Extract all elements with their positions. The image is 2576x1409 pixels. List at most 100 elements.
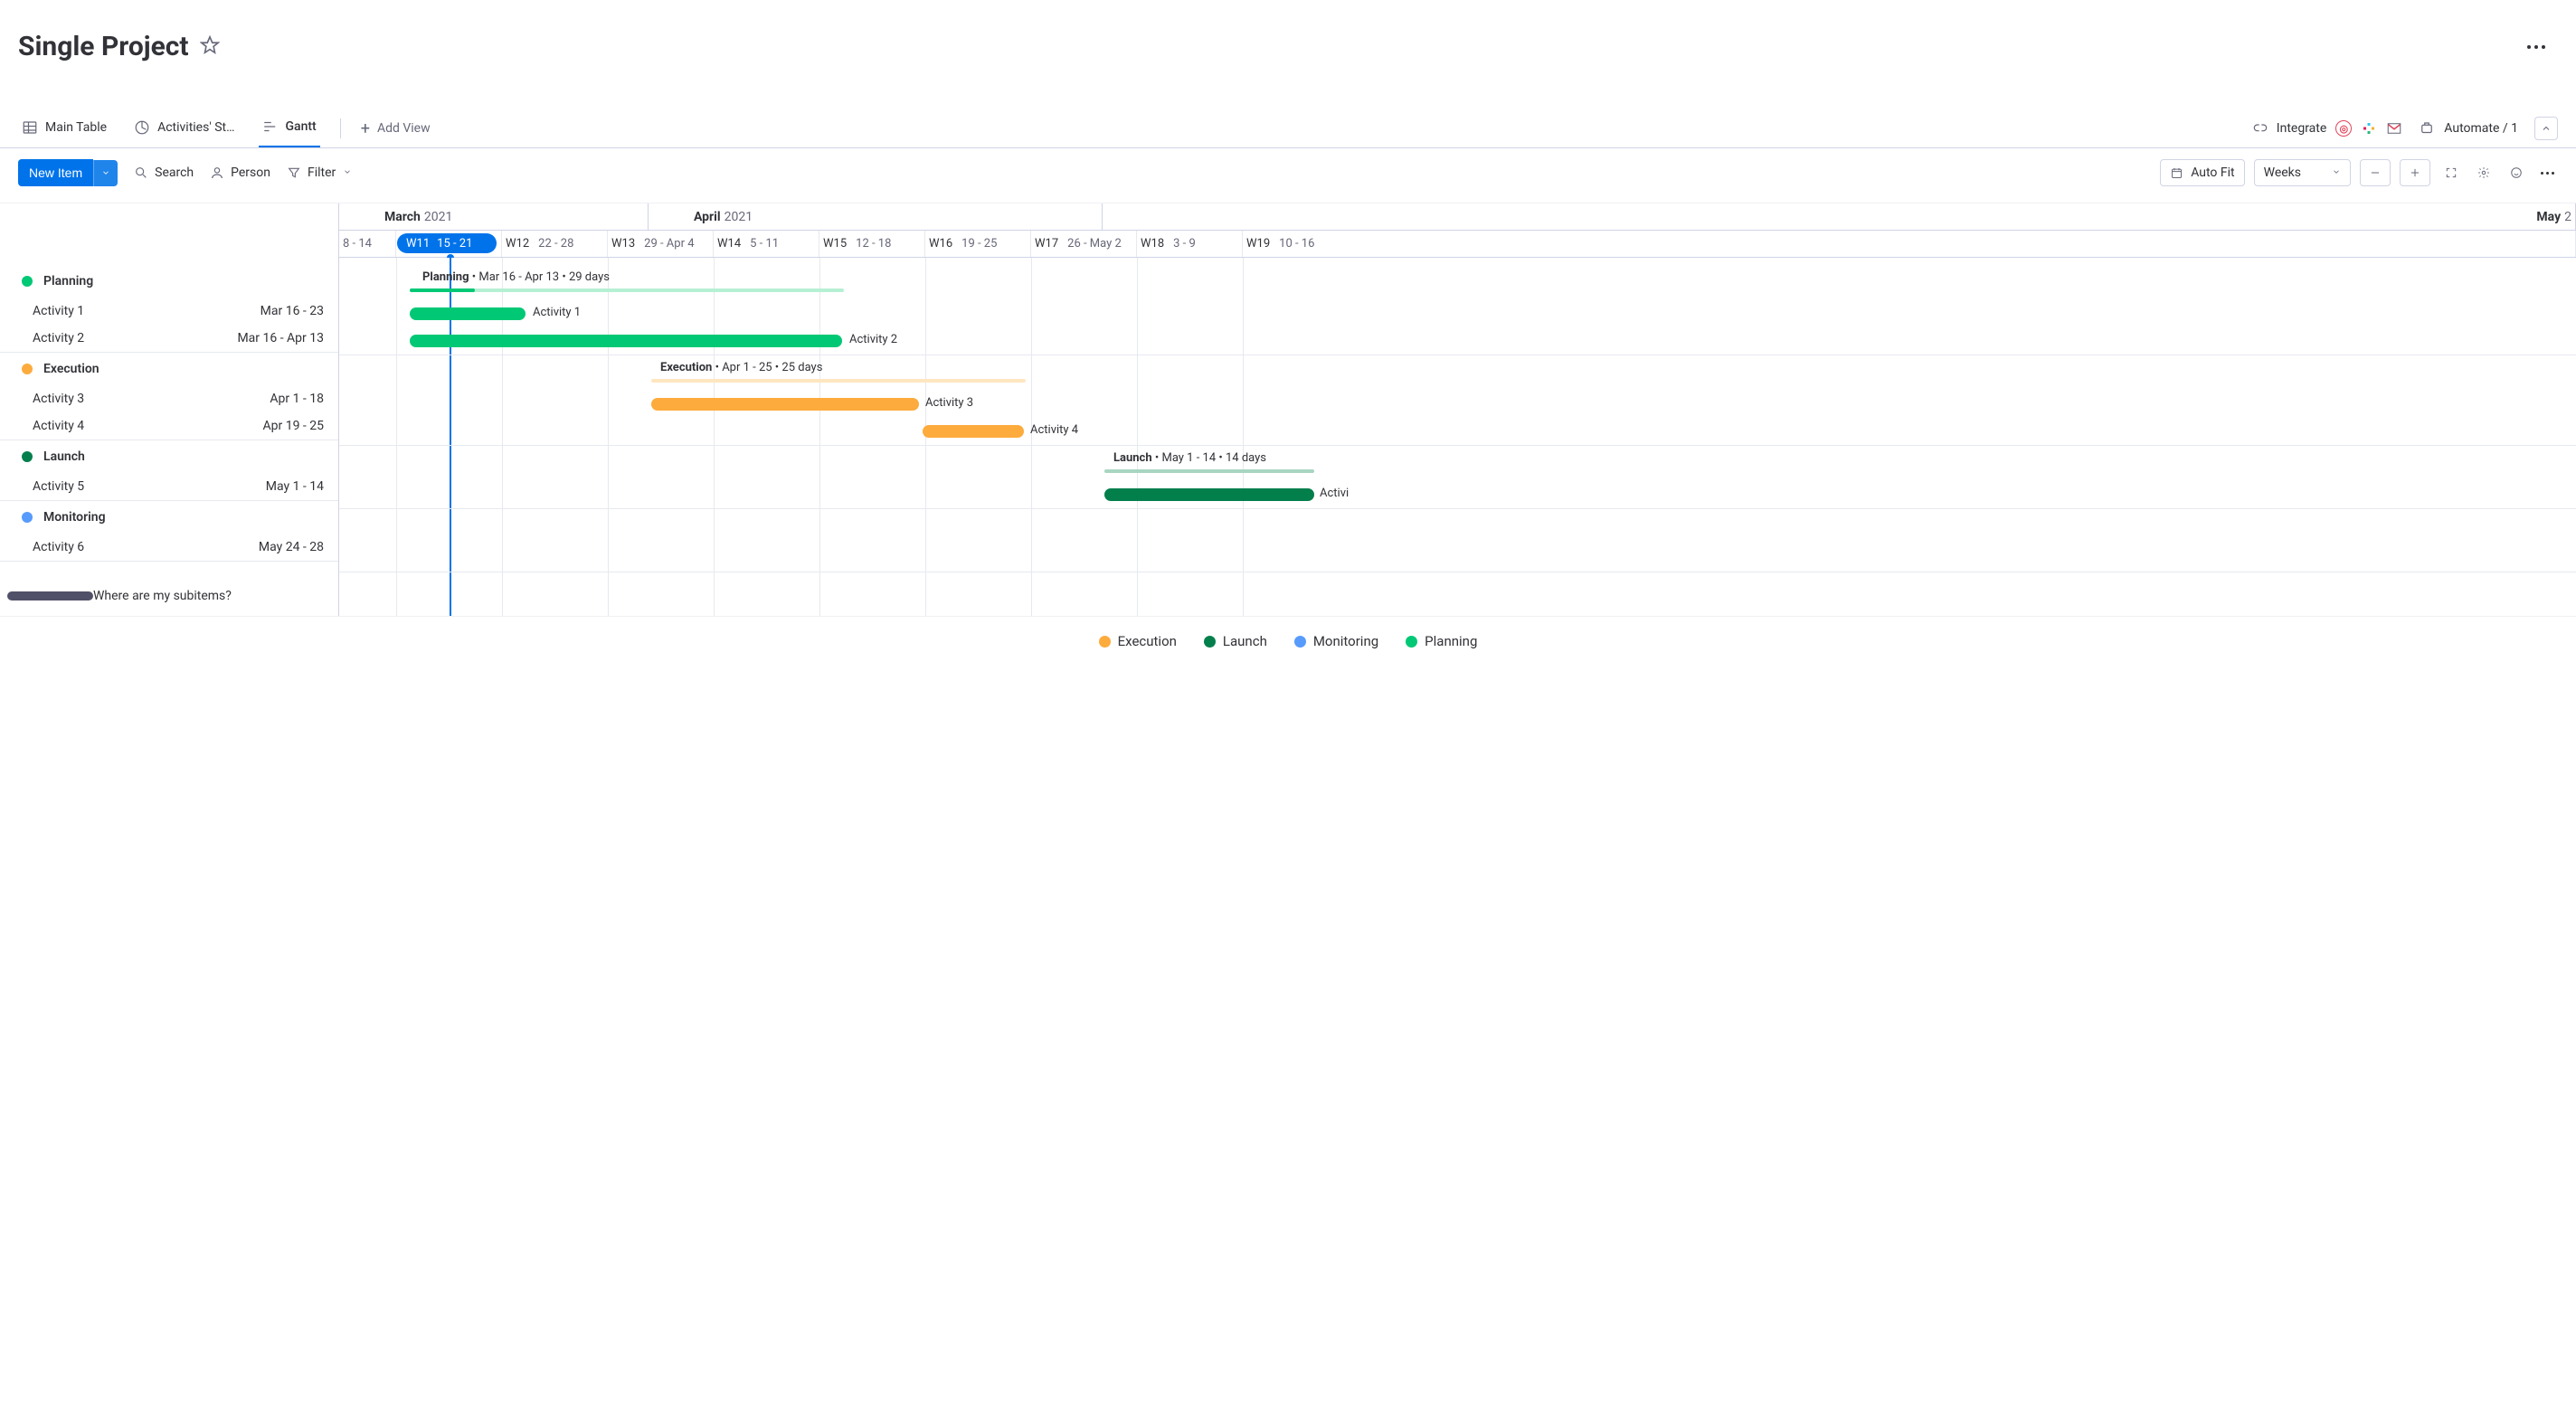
new-item-dropdown[interactable]	[93, 160, 118, 186]
fullscreen-button[interactable]	[2439, 159, 2463, 186]
group-color-dot	[22, 451, 33, 462]
group-header-launch[interactable]: Launch	[0, 440, 338, 473]
week-cell: W1329 - Apr 4	[608, 231, 714, 257]
bar-row: Activity 2	[339, 328, 2576, 355]
gantt-sidebar: Planning Activity 1Mar 16 - 23 Activity …	[0, 258, 339, 616]
zoom-in-button[interactable]	[2400, 159, 2430, 186]
add-view-button[interactable]: + Add View	[361, 119, 431, 138]
automate-button[interactable]: Automate / 1	[2419, 120, 2518, 137]
activity-row[interactable]: Activity 1Mar 16 - 23	[0, 298, 338, 325]
bar-label: Activity 1	[533, 306, 581, 319]
week-cell: W145 - 11	[714, 231, 819, 257]
add-view-label: Add View	[377, 121, 431, 136]
gantt-bar[interactable]	[410, 335, 842, 347]
legend-swatch	[1099, 636, 1111, 648]
month-name: April	[694, 210, 721, 224]
legend-swatch	[1294, 636, 1306, 648]
legend: Execution Launch Monitoring Planning	[0, 616, 2576, 658]
new-item: New Item	[18, 159, 118, 186]
group-name: Launch	[43, 449, 85, 464]
gantt-bar[interactable]	[651, 398, 919, 411]
legend-swatch	[1406, 636, 1417, 648]
group-color-dot	[22, 512, 33, 523]
zoom-out-button[interactable]	[2360, 159, 2391, 186]
placeholder-pill	[7, 591, 93, 600]
auto-fit-label: Auto Fit	[2191, 165, 2234, 180]
time-unit-label: Weeks	[2264, 165, 2301, 180]
views-tabs: Main Table Activities' St… Gantt + Add V…	[18, 109, 431, 147]
board-more-menu[interactable]	[2522, 40, 2551, 54]
week-cell: 8 - 14	[339, 231, 396, 257]
plus-icon: +	[361, 119, 370, 138]
group-name: Monitoring	[43, 510, 106, 525]
auto-fit-button[interactable]: Auto Fit	[2160, 159, 2244, 186]
activity-name: Activity 2	[33, 331, 84, 345]
group-header-monitoring[interactable]: Monitoring	[0, 501, 338, 534]
bar-row: Activi	[339, 482, 2576, 509]
activity-name: Activity 6	[33, 540, 84, 554]
group-name: Execution	[43, 362, 99, 376]
slack-icon	[2361, 120, 2377, 137]
activity-row[interactable]: Activity 6May 24 - 28	[0, 534, 338, 561]
toolbar-more-menu[interactable]	[2537, 172, 2558, 175]
filter-dropdown[interactable]	[343, 165, 352, 180]
tab-gantt[interactable]: Gantt	[259, 109, 320, 147]
legend-label: Launch	[1223, 633, 1267, 649]
gmail-icon	[2386, 120, 2402, 137]
tab-activities-status[interactable]: Activities' St…	[130, 110, 238, 147]
group-header-execution[interactable]: Execution	[0, 353, 338, 385]
activity-name: Activity 3	[33, 392, 84, 406]
group-summary-monitoring	[339, 509, 2576, 545]
week-cell: W1726 - May 2	[1031, 231, 1137, 257]
group-summary-execution: Execution • Apr 1 - 25 • 25 days	[339, 355, 2576, 392]
group-summary-launch: Launch • May 1 - 14 • 14 days	[339, 446, 2576, 482]
activity-dates: Apr 19 - 25	[263, 419, 325, 433]
activity-dates: Mar 16 - Apr 13	[237, 331, 324, 345]
gantt-bar[interactable]	[923, 425, 1024, 438]
week-cell: W1910 - 16	[1243, 231, 2576, 257]
integrate-button[interactable]: Integrate ◎	[2253, 120, 2403, 137]
legend-item: Execution	[1099, 633, 1177, 649]
legend-label: Execution	[1118, 633, 1177, 649]
summary-label: Execution • Apr 1 - 25 • 25 days	[660, 361, 822, 374]
activity-name: Activity 4	[33, 419, 84, 433]
tab-main-table[interactable]: Main Table	[18, 110, 110, 147]
chevron-down-icon	[2332, 165, 2341, 180]
gantt-bar[interactable]	[1104, 488, 1314, 501]
summary-label: Launch • May 1 - 14 • 14 days	[1113, 451, 1266, 465]
week-cell: W1512 - 18	[819, 231, 925, 257]
feedback-button[interactable]	[2505, 159, 2528, 186]
week-cell: W1222 - 28	[502, 231, 608, 257]
search-button[interactable]: Search	[134, 165, 194, 180]
filter-button[interactable]: Filter	[287, 165, 336, 180]
month-year: 2	[2564, 210, 2571, 224]
legend-label: Planning	[1425, 633, 1477, 649]
activity-row[interactable]: Activity 5May 1 - 14	[0, 473, 338, 500]
gantt-chart[interactable]: Planning • Mar 16 - Apr 13 • 29 days Act…	[339, 258, 2576, 616]
summary-line	[651, 379, 1026, 383]
activity-row[interactable]: Activity 4 Apr 19 - 25	[0, 412, 338, 440]
person-filter-button[interactable]: Person	[210, 165, 270, 180]
time-unit-select[interactable]: Weeks	[2254, 159, 2351, 186]
month-year: 2021	[424, 210, 452, 224]
month-name: March	[384, 210, 421, 224]
activity-row[interactable]: Activity 3 Apr 1 - 18	[0, 385, 338, 412]
bar-row: Activity 1	[339, 301, 2576, 328]
gantt-bar[interactable]	[410, 307, 526, 320]
tab-label: Main Table	[45, 120, 107, 135]
group-header-planning[interactable]: Planning	[0, 265, 338, 298]
collapse-header-button[interactable]	[2534, 117, 2558, 140]
person-label: Person	[231, 165, 270, 180]
settings-button[interactable]	[2472, 159, 2496, 186]
month-cell: April 2021	[649, 203, 1103, 230]
activity-dates: Mar 16 - 23	[260, 304, 324, 318]
activity-dates: Apr 1 - 18	[270, 392, 324, 406]
current-week-pill: W11 15 - 21	[397, 233, 497, 253]
subitems-question[interactable]: Where are my subitems?	[0, 583, 338, 609]
new-item-button[interactable]: New Item	[18, 159, 93, 186]
bar-row: Activity 3	[339, 392, 2576, 419]
activity-row[interactable]: Activity 2 Mar 16 - Apr 13	[0, 325, 338, 352]
star-icon[interactable]	[200, 35, 220, 59]
group-summary-planning: Planning • Mar 16 - Apr 13 • 29 days	[339, 265, 2576, 301]
month-cell: May 2	[1103, 203, 2576, 230]
